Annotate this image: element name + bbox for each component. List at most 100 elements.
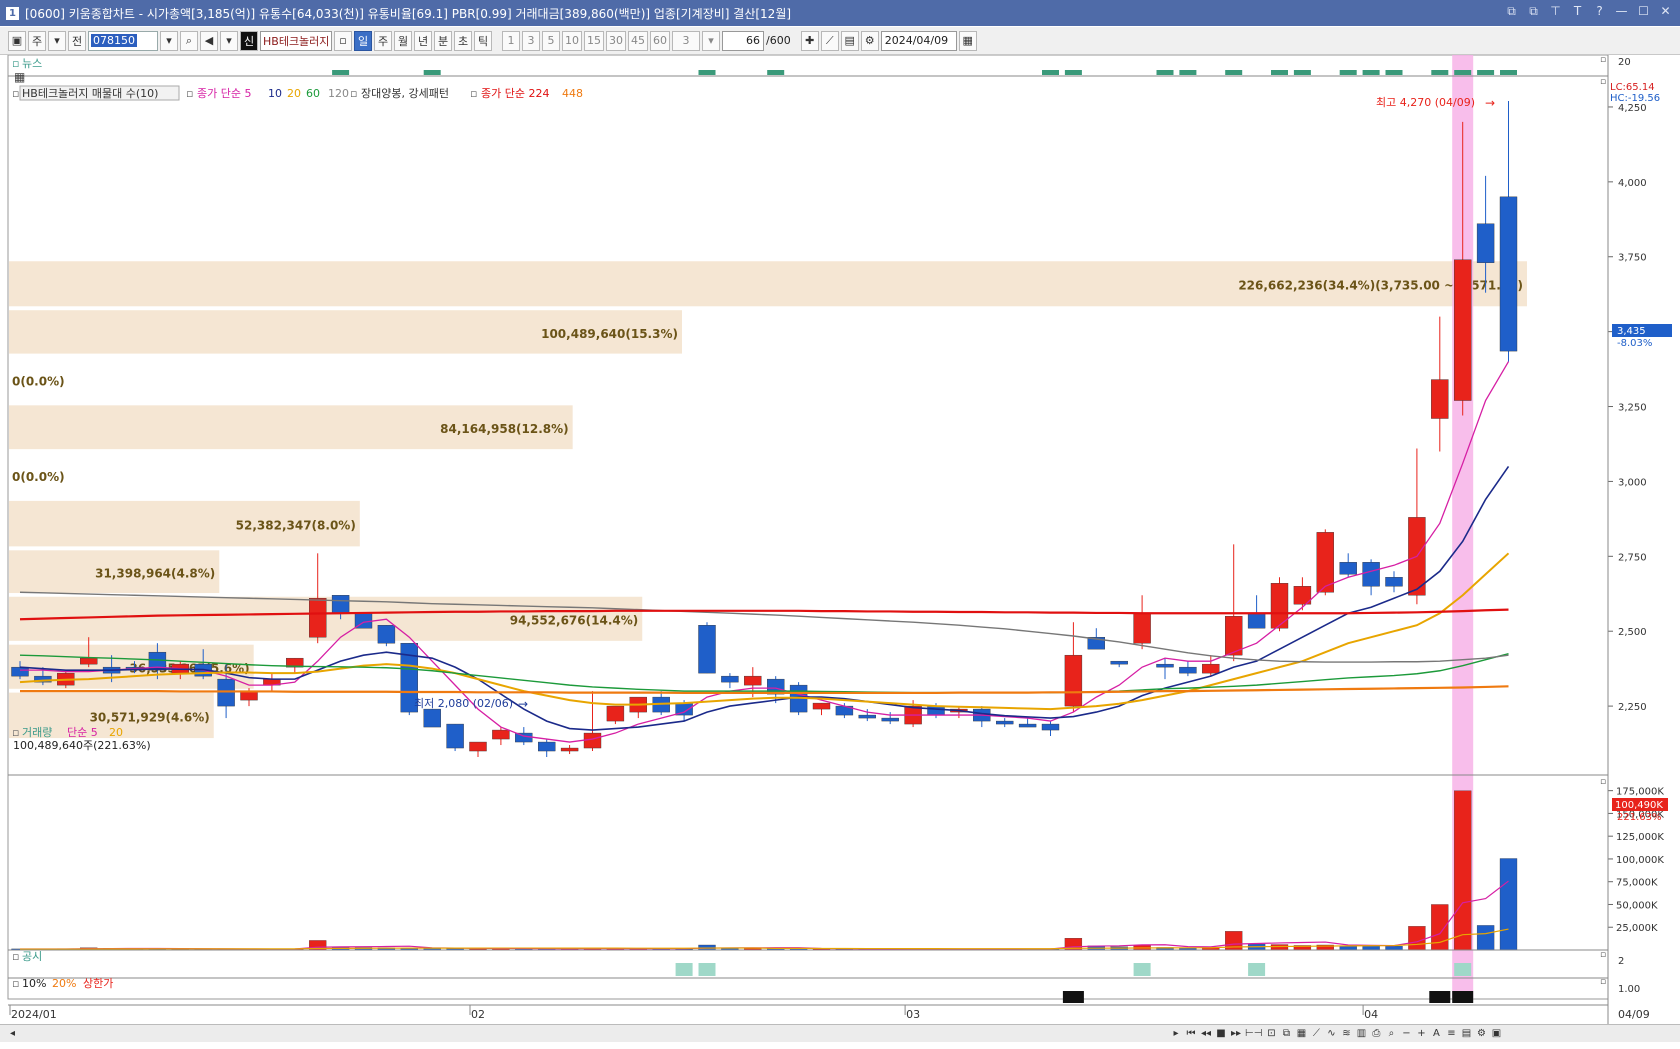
table-icon[interactable]: ▤: [1460, 1028, 1472, 1039]
interval-15[interactable]: 15: [584, 30, 604, 51]
font-icon[interactable]: T: [1571, 4, 1584, 19]
news-bar: [1293, 70, 1311, 75]
pane-collapse-icon[interactable]: ▫: [1600, 77, 1606, 87]
interval-30[interactable]: 30: [606, 30, 626, 51]
interval-dropdown-icon[interactable]: ▾: [702, 30, 720, 51]
chart-icon[interactable]: ▥: [1355, 1028, 1367, 1039]
tab-timeframe-year[interactable]: 년: [414, 30, 432, 51]
save-icon[interactable]: ▤: [840, 30, 859, 51]
interval-10[interactable]: 10: [562, 30, 582, 51]
stock-code-input[interactable]: 078150: [88, 30, 158, 51]
ma10-legend: 10: [268, 87, 282, 100]
line-icon[interactable]: ⟋: [1310, 1028, 1322, 1039]
disclosure-bar: [1133, 963, 1151, 976]
copy-icon[interactable]: ⧉: [1280, 1028, 1292, 1039]
speaker-dropdown-icon[interactable]: ▾: [220, 30, 238, 51]
pane-collapse-icon[interactable]: ▫: [1600, 55, 1606, 65]
close-icon[interactable]: ✕: [1659, 4, 1672, 19]
disclosure-legend: 공시: [22, 950, 42, 963]
interval-5[interactable]: 5: [542, 30, 560, 51]
bottom-scrollbar[interactable]: ◂ ▸ ⏮ ◂◂ ■ ▸▸ ⊢⊣ ⊡ ⧉ ▦ ⟋ ∿ ≋ ▥ ⎙ ⌕ − + A…: [0, 1024, 1680, 1042]
title-bar: 1 [0600] 키움종합차트 - 시가총액[3,185(억)] 유통수[64,…: [0, 0, 1680, 26]
volume-bar: [1499, 858, 1518, 951]
candle-body: [1156, 663, 1174, 668]
interval-select[interactable]: 3: [672, 30, 700, 51]
zoom-fit-icon[interactable]: ⊡: [1265, 1028, 1277, 1039]
tab-timeframe-month[interactable]: 월: [394, 30, 412, 51]
y-tick-label: 3,250: [1618, 403, 1647, 414]
interval-45[interactable]: 45: [628, 30, 648, 51]
grid-icon[interactable]: ▦: [1295, 1028, 1307, 1039]
scroll-left-icon[interactable]: ◂: [10, 1028, 15, 1039]
tab-timeframe-second[interactable]: 초: [454, 30, 472, 51]
candle-body: [1018, 723, 1037, 728]
stock-name-field[interactable]: HB테크놀러지: [260, 30, 332, 51]
count-input[interactable]: 66: [722, 30, 764, 51]
gear-icon[interactable]: ⚙: [860, 30, 879, 51]
y-tick-label: 3,750: [1618, 253, 1647, 264]
tab-timeframe-week[interactable]: 주: [374, 30, 392, 51]
tab-timeframe-tick[interactable]: 틱: [474, 30, 492, 51]
stock-chart[interactable]: 226,662,236(34.4%)(3,735.00 ~ 3,571.50) 1…: [0, 55, 1680, 1025]
news-bar: [1362, 70, 1380, 75]
speaker-icon[interactable]: ◀: [200, 30, 218, 51]
interval-3[interactable]: 3: [522, 30, 540, 51]
trend-icon[interactable]: ⟋: [820, 30, 839, 51]
period-main-button[interactable]: 주: [28, 30, 46, 51]
volume-profile-label: 30,571,929(4.6%): [90, 710, 210, 724]
chart-grid-icon[interactable]: ▦: [14, 70, 25, 84]
zoom-in-icon[interactable]: +: [1415, 1028, 1427, 1039]
prev-button[interactable]: 전: [68, 30, 86, 51]
list-icon[interactable]: ≡: [1445, 1028, 1457, 1039]
date-input[interactable]: 2024/04/09: [880, 30, 957, 51]
pane-collapse-icon[interactable]: ▫: [1600, 950, 1606, 960]
tile-icon[interactable]: ⧉: [1527, 4, 1540, 19]
settings-icon[interactable]: ⚙: [1475, 1028, 1487, 1039]
search-icon[interactable]: ⌕: [180, 30, 198, 51]
rewind-icon[interactable]: ⏮: [1185, 1028, 1197, 1039]
zoom-out-icon[interactable]: −: [1400, 1028, 1412, 1039]
ruler-icon[interactable]: ⊢⊣: [1245, 1028, 1262, 1039]
x-tick-label: 04: [1364, 1008, 1378, 1021]
ma448-legend: 448: [562, 87, 583, 100]
magnifier-icon[interactable]: ⌕: [1385, 1028, 1397, 1039]
chart-toolbar: ▣ 주 ▾ 전 078150 ▾ ⌕ ◀ ▾ 신 HB테크놀러지 ▫ 일 주 월…: [0, 27, 1680, 55]
crosshair-icon[interactable]: ✚: [800, 30, 819, 51]
stop-icon[interactable]: ■: [1215, 1028, 1227, 1039]
candle-body: [881, 717, 899, 722]
text-icon[interactable]: A: [1430, 1028, 1442, 1039]
restore-icon[interactable]: ⧉: [1505, 4, 1518, 19]
scroll-right-icon[interactable]: ▸: [1170, 1028, 1182, 1039]
pin-icon[interactable]: ⊤: [1549, 4, 1562, 19]
next-page-icon[interactable]: ▸▸: [1230, 1028, 1242, 1039]
lock-icon[interactable]: ▫: [334, 30, 352, 51]
prev-page-icon[interactable]: ◂◂: [1200, 1028, 1212, 1039]
pane-collapse-icon[interactable]: ▫: [1600, 977, 1606, 987]
candle-body: [1362, 562, 1380, 587]
calendar-icon[interactable]: ▦: [958, 30, 977, 51]
tab-timeframe-day[interactable]: 일: [354, 30, 372, 51]
curve-icon[interactable]: ∿: [1325, 1028, 1337, 1039]
ma120-legend: 120: [328, 87, 349, 100]
tab-timeframe-minute[interactable]: 분: [434, 30, 452, 51]
interval-1[interactable]: 1: [502, 30, 520, 51]
hc-label: HC:-19.56: [1610, 93, 1660, 104]
layout-icon[interactable]: ▣: [8, 30, 26, 51]
legend-bullet: ▫: [12, 977, 19, 990]
code-dropdown-icon[interactable]: ▾: [160, 30, 178, 51]
fib-icon[interactable]: ≋: [1340, 1028, 1352, 1039]
interval-60[interactable]: 60: [650, 30, 670, 51]
window-icon[interactable]: ▣: [1490, 1028, 1502, 1039]
help-icon[interactable]: ?: [1593, 4, 1606, 19]
chevron-down-icon[interactable]: ▾: [48, 30, 66, 51]
print-icon[interactable]: ⎙: [1370, 1028, 1382, 1039]
pane-collapse-icon[interactable]: ▫: [1600, 777, 1606, 787]
news-legend: 뉴스: [22, 57, 42, 70]
candle-body: [309, 598, 327, 638]
limit-10-legend: 10%: [22, 977, 46, 990]
candle-body: [423, 708, 441, 728]
maximize-icon[interactable]: ☐: [1637, 4, 1650, 19]
credit-icon[interactable]: 신: [240, 30, 258, 51]
price-title: HB테크놀러지 매물대 수(10): [22, 87, 158, 100]
minimize-icon[interactable]: —: [1615, 4, 1628, 19]
